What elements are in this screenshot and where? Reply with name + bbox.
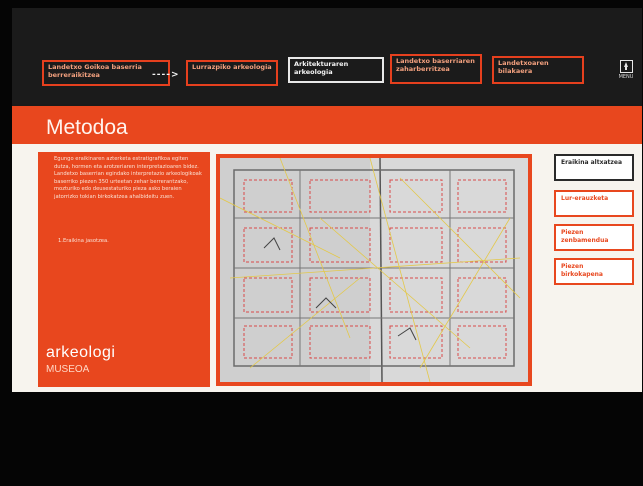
nav-item-lurrazpiko-arkeologia[interactable]: Lurrazpiko arkeologia	[186, 60, 278, 86]
page-title: Metodoa	[46, 116, 128, 139]
nav-item-landetxo-berreraikitzea[interactable]: Landetxo Goikoa baserria berreraikitzea	[42, 60, 170, 86]
nav-item-label: Landetxo baserriaren zaharberritzea	[396, 57, 475, 73]
side-menu-label: Eraikina altxatzea	[561, 159, 622, 166]
museum-logo-title: arkeologi	[46, 344, 116, 361]
side-menu-piezen-zenbamendua[interactable]: Piezen zenbamendua	[554, 224, 634, 251]
nav-item-label: Landetxo Goikoa baserria berreraikitzea	[48, 63, 142, 79]
description-box: Egungo eraikinaren azterketa estratigraf…	[38, 152, 210, 387]
side-menu-lur-erauzketa[interactable]: Lur-erauzketa	[554, 190, 634, 217]
blueprint-frame	[216, 154, 532, 386]
description-text: Egungo eraikinaren azterketa estratigraf…	[54, 156, 202, 200]
side-menu-eraikina-altxatzea[interactable]: Eraikina altxatzea	[554, 154, 634, 181]
nav-item-zaharberritzea[interactable]: Landetxo baserriaren zaharberritzea	[390, 54, 482, 84]
list-item: 1.Eraikina jasotzea.	[58, 238, 109, 244]
up-arrow-icon	[619, 60, 633, 73]
kiosk-screen: Landetxo Goikoa baserria berreraikitzea …	[12, 8, 642, 392]
menu-label: MENU	[618, 74, 634, 80]
screen-reflection-area	[0, 392, 643, 486]
nav-item-label: Lurrazpiko arkeologia	[192, 63, 272, 71]
blueprint-drawing	[220, 158, 528, 382]
side-menu-label: Lur-erauzketa	[561, 195, 609, 202]
menu-button[interactable]: MENU	[616, 60, 636, 86]
content-panel: Metodoa Egungo eraikinaren azterketa est…	[12, 106, 642, 392]
nav-item-bilakaera[interactable]: Landetxoaren bilakaera	[492, 56, 584, 84]
side-menu-label: Piezen zenbamendua	[561, 229, 609, 244]
nav-item-label: Landetxoaren bilakaera	[498, 59, 549, 75]
nav-item-arkitekturaren-arkeologia[interactable]: Arkitekturaren arkeologia	[288, 57, 384, 83]
nav-item-label: Arkitekturaren arkeologia	[294, 60, 349, 76]
top-navigation: Landetxo Goikoa baserria berreraikitzea …	[12, 8, 642, 104]
side-menu-label: Piezen birkokapena	[561, 263, 603, 278]
side-menu-piezen-birkokapena[interactable]: Piezen birkokapena	[554, 258, 634, 285]
nav-arrow: ---->	[152, 70, 180, 80]
museum-logo-subtitle: MUSEOA	[46, 364, 90, 375]
title-banner: Metodoa	[12, 106, 642, 144]
blueprint-image[interactable]	[220, 158, 528, 382]
